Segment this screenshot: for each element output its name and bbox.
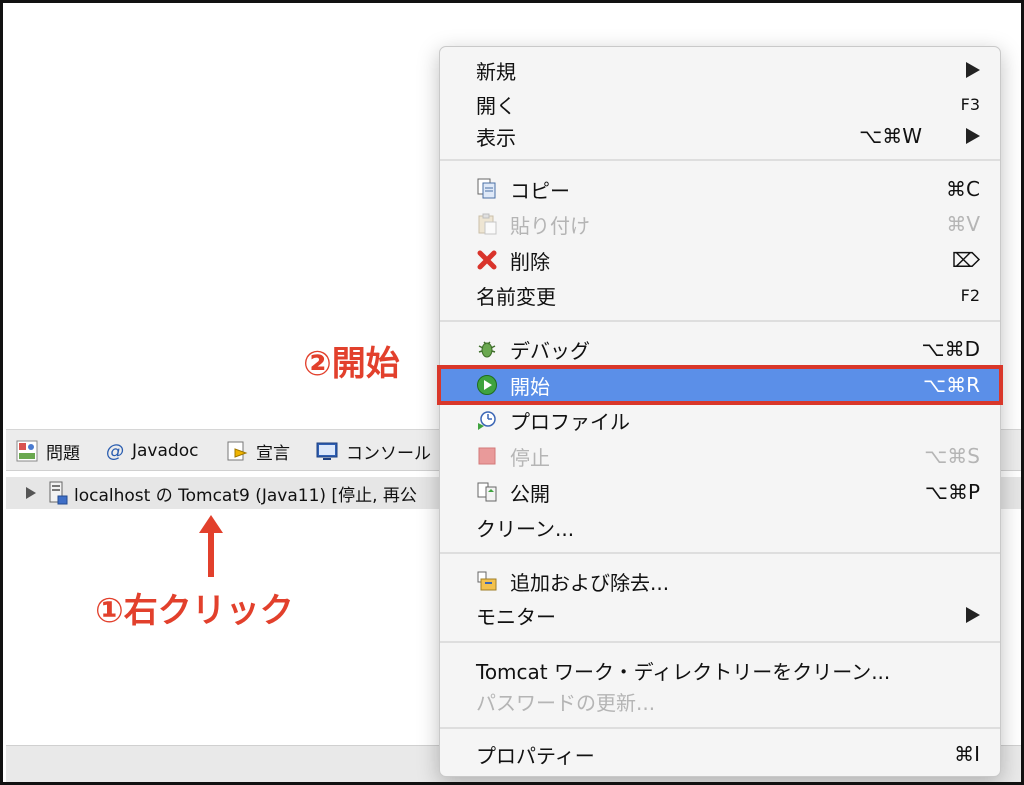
menu-item-clean-label: クリーン... <box>476 516 575 541</box>
menu-item-properties-label: プロパティー <box>476 743 595 768</box>
menu-item-properties[interactable]: プロパティー ⌘I <box>440 737 1000 771</box>
copy-icon <box>476 178 498 200</box>
declaration-icon <box>226 440 248 462</box>
menu-separator <box>440 159 1000 161</box>
menu-item-show-label: 表示 <box>476 125 516 150</box>
menu-item-new-label: 新規 <box>476 59 516 84</box>
profile-icon <box>476 409 498 431</box>
menu-separator <box>440 641 1000 643</box>
menu-item-copy-label: コピー <box>510 178 570 203</box>
server-icon <box>48 481 68 505</box>
menu-item-start-label: 開始 <box>510 374 550 399</box>
menu-item-paste-shortcut: ⌘V <box>946 212 980 236</box>
menu-item-delete[interactable]: 削除 ⌦ <box>440 243 1000 277</box>
menu-item-rename-shortcut: F2 <box>960 285 980 305</box>
screenshot-frame: 問題 @ Javadoc 宣言 コンソール localhost の Tomcat… <box>0 0 1024 785</box>
menu-item-show[interactable]: 表示 ⌥⌘W <box>440 119 1000 153</box>
menu-separator <box>440 320 1000 322</box>
submenu-arrow-icon <box>966 607 980 623</box>
menu-item-monitor[interactable]: モニター <box>440 598 1000 632</box>
context-menu: 新規 開く F3 表示 ⌥⌘W コピー ⌘C 貼り付け ⌘V 削除 ⌦ 名前変更… <box>437 46 1003 777</box>
menu-item-publish-shortcut: ⌥⌘P <box>924 480 980 504</box>
menu-item-rename[interactable]: 名前変更 F2 <box>440 278 1000 312</box>
add-remove-icon <box>476 570 498 592</box>
delete-x-icon <box>476 249 498 271</box>
menu-item-profile-label: プロファイル <box>510 409 630 434</box>
menu-item-copy[interactable]: コピー ⌘C <box>440 172 1000 206</box>
menu-item-paste[interactable]: 貼り付け ⌘V <box>440 207 1000 241</box>
menu-item-properties-shortcut: ⌘I <box>954 742 980 766</box>
menu-item-clean[interactable]: クリーン... <box>440 510 1000 544</box>
menu-item-debug-label: デバッグ <box>510 338 590 363</box>
menu-item-show-shortcut: ⌥⌘W <box>859 124 922 148</box>
debug-bug-icon <box>476 338 498 360</box>
publish-icon <box>476 481 498 503</box>
menu-item-new[interactable]: 新規 <box>440 53 1000 87</box>
menu-item-add-remove-label: 追加および除去... <box>510 570 670 595</box>
server-label: localhost の Tomcat9 (Java11) [停止, 再公 <box>74 485 417 506</box>
menu-item-update-password[interactable]: パスワードの更新... <box>440 684 1000 718</box>
menu-item-start[interactable]: 開始 ⌥⌘R <box>437 365 1003 405</box>
annotation-right-click: ①右クリック <box>95 591 294 631</box>
menu-item-publish-label: 公開 <box>510 481 550 506</box>
tab-console[interactable]: コンソール <box>316 430 431 472</box>
menu-item-stop[interactable]: 停止 ⌥⌘S <box>440 439 1000 473</box>
menu-item-clean-work-dir-label: Tomcat ワーク・ディレクトリーをクリーン... <box>476 659 891 684</box>
at-icon: @ <box>106 440 124 462</box>
menu-item-update-password-label: パスワードの更新... <box>476 690 656 715</box>
problems-icon <box>16 440 38 462</box>
play-icon <box>476 374 498 396</box>
tab-declaration[interactable]: 宣言 <box>226 430 290 472</box>
console-icon <box>316 440 338 462</box>
menu-item-copy-shortcut: ⌘C <box>946 177 980 201</box>
tab-declaration-label: 宣言 <box>256 443 290 464</box>
submenu-arrow-icon <box>966 62 980 78</box>
menu-item-open-shortcut: F3 <box>960 94 980 114</box>
expand-triangle-icon[interactable] <box>26 487 36 499</box>
menu-item-publish[interactable]: 公開 ⌥⌘P <box>440 475 1000 509</box>
menu-item-profile[interactable]: プロファイル <box>440 403 1000 437</box>
menu-item-rename-label: 名前変更 <box>476 284 556 309</box>
up-arrow-icon <box>199 515 223 577</box>
menu-item-start-shortcut: ⌥⌘R <box>923 373 980 397</box>
tab-javadoc[interactable]: @ Javadoc <box>106 430 198 472</box>
menu-item-delete-label: 削除 <box>510 249 550 274</box>
stop-icon <box>476 445 498 467</box>
paste-icon <box>476 213 498 235</box>
menu-item-open[interactable]: 開く F3 <box>440 87 1000 121</box>
menu-item-open-label: 開く <box>476 93 516 118</box>
menu-item-clean-work-dir[interactable]: Tomcat ワーク・ディレクトリーをクリーン... <box>440 653 1000 687</box>
menu-item-delete-shortcut: ⌦ <box>951 248 980 272</box>
menu-item-add-remove[interactable]: 追加および除去... <box>440 564 1000 598</box>
tab-console-label: コンソール <box>346 443 431 464</box>
tab-problems[interactable]: 問題 <box>16 430 80 472</box>
menu-item-stop-label: 停止 <box>510 445 550 470</box>
annotation-start: ②開始 <box>303 344 400 384</box>
tab-problems-label: 問題 <box>46 443 80 464</box>
menu-item-stop-shortcut: ⌥⌘S <box>924 444 980 468</box>
menu-item-debug-shortcut: ⌥⌘D <box>921 337 980 361</box>
menu-separator <box>440 552 1000 554</box>
menu-item-monitor-label: モニター <box>476 604 556 629</box>
tab-javadoc-label: Javadoc <box>132 441 199 461</box>
menu-item-debug[interactable]: デバッグ ⌥⌘D <box>440 332 1000 366</box>
menu-item-paste-label: 貼り付け <box>510 213 590 238</box>
submenu-arrow-icon <box>966 128 980 144</box>
menu-separator <box>440 727 1000 729</box>
